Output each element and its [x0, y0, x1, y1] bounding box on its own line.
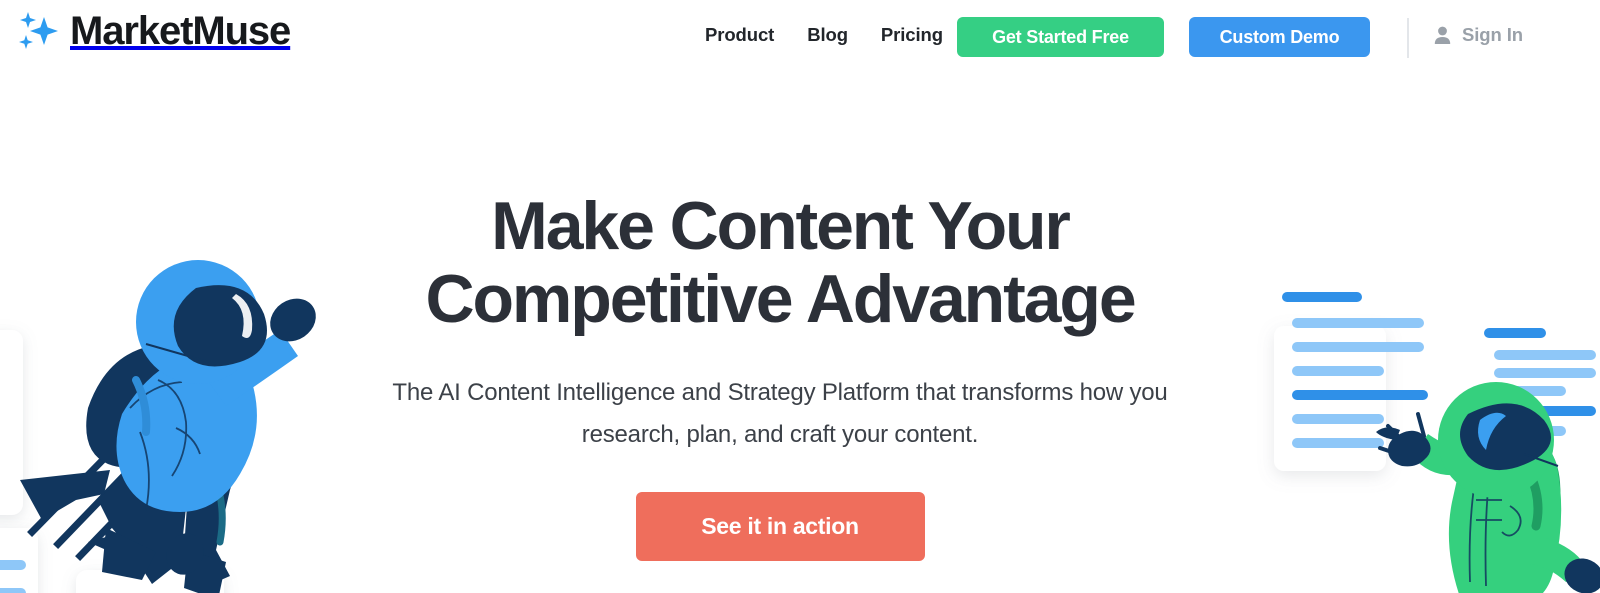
- sign-in-link[interactable]: Sign In: [1434, 24, 1523, 46]
- nav-links: Product Blog Pricing: [705, 24, 943, 46]
- hero-heading-line-2: Competitive Advantage: [425, 261, 1136, 337]
- nav-link-blog[interactable]: Blog: [807, 24, 848, 46]
- sparkles-icon: [19, 12, 58, 49]
- brand-name: MarketMuse: [70, 9, 291, 53]
- see-it-in-action-button[interactable]: See it in action: [635, 492, 925, 561]
- brand-logo[interactable]: MarketMuse: [14, 9, 291, 53]
- left-doc-card-upper: [0, 330, 23, 515]
- nav-link-product[interactable]: Product: [705, 24, 774, 46]
- page-root: MarketMuse Product Blog Pricing Get Star…: [0, 0, 1600, 593]
- custom-demo-button[interactable]: Custom Demo: [1189, 17, 1370, 57]
- hero-heading-line-1: Make Content Your: [491, 188, 1071, 264]
- hero-cta-wrapper: See it in action: [380, 456, 1180, 561]
- user-icon: [1434, 26, 1451, 44]
- green-astronaut-pointing-illustration: [1228, 268, 1600, 593]
- top-navigation: MarketMuse Product Blog Pricing Get Star…: [0, 0, 1600, 78]
- get-started-free-button[interactable]: Get Started Free: [957, 17, 1164, 57]
- nav-divider: [1407, 18, 1409, 58]
- left-doc-card-lower: [0, 528, 38, 593]
- nav-link-pricing[interactable]: Pricing: [881, 24, 943, 46]
- hero-subheading: The AI Content Intelligence and Strategy…: [392, 379, 1168, 448]
- flying-blue-astronaut-illustration: [0, 232, 400, 593]
- page-title: Make Content Your Competitive Advantage: [380, 190, 1180, 336]
- sign-in-label: Sign In: [1462, 24, 1523, 45]
